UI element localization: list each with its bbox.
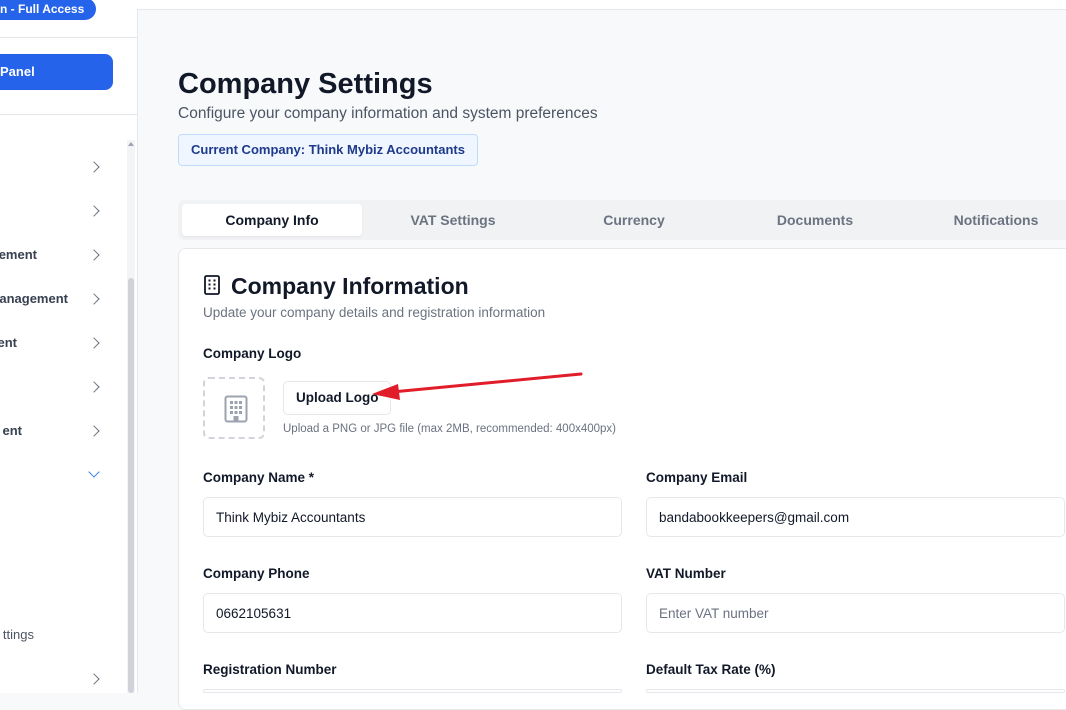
company-logo-label: Company Logo bbox=[203, 346, 302, 361]
current-company-badge: Current Company: Think Mybiz Accountants bbox=[178, 134, 478, 166]
chevron-right-icon bbox=[88, 161, 100, 173]
upload-logo-button[interactable]: Upload Logo bbox=[283, 381, 392, 415]
registration-number-input[interactable] bbox=[203, 689, 622, 693]
sidebar-item-label: anagement bbox=[0, 291, 68, 306]
card-subtitle: Update your company details and registra… bbox=[203, 305, 546, 320]
company-email-label: Company Email bbox=[646, 470, 748, 485]
building-icon bbox=[204, 275, 220, 295]
logo-placeholder[interactable] bbox=[203, 377, 265, 439]
sidebar-item-label: ement bbox=[0, 247, 37, 262]
company-email-input[interactable] bbox=[646, 497, 1065, 537]
company-phone-label: Company Phone bbox=[203, 566, 310, 581]
default-tax-rate-input[interactable] bbox=[646, 689, 1065, 693]
page-title: Company Settings bbox=[178, 68, 433, 100]
registration-number-label: Registration Number bbox=[203, 662, 337, 677]
chevron-down-icon bbox=[88, 466, 100, 478]
tab-currency[interactable]: Currency bbox=[544, 204, 724, 236]
sidebar-item-4[interactable]: anagement bbox=[0, 288, 110, 310]
role-badge: n - Full Access bbox=[0, 0, 97, 20]
page-subtitle: Configure your company information and s… bbox=[178, 105, 598, 122]
card-title: Company Information bbox=[231, 273, 469, 299]
sidebar-item-3[interactable]: ement bbox=[0, 244, 110, 266]
sidebar-item-label: ent bbox=[2, 423, 23, 438]
sidebar-scrollbar-thumb[interactable] bbox=[128, 278, 134, 693]
sidebar-item-1[interactable] bbox=[0, 156, 110, 178]
sidebar: n - Full Access Panel ement anagement en… bbox=[0, 0, 138, 693]
tab-documents[interactable]: Documents bbox=[725, 204, 905, 236]
scroll-up-arrow-icon[interactable] bbox=[128, 142, 134, 146]
company-name-input[interactable] bbox=[203, 497, 622, 537]
sidebar-item-label: ent bbox=[0, 335, 17, 350]
sidebar-subitem-settings[interactable]: ttings bbox=[0, 624, 110, 646]
chevron-right-icon bbox=[88, 425, 100, 437]
sidebar-item-2[interactable] bbox=[0, 200, 110, 222]
chevron-right-icon bbox=[88, 249, 100, 261]
tab-notifications[interactable]: Notifications bbox=[906, 204, 1066, 236]
company-phone-input[interactable] bbox=[203, 593, 622, 633]
chevron-right-icon bbox=[88, 673, 100, 685]
building-icon bbox=[224, 395, 248, 423]
company-name-label: Company Name * bbox=[203, 470, 315, 485]
admin-panel-button[interactable]: Panel bbox=[0, 54, 113, 90]
sidebar-item-7[interactable]: ent bbox=[0, 420, 110, 442]
chevron-right-icon bbox=[88, 293, 100, 305]
sidebar-divider bbox=[0, 37, 137, 38]
upload-hint: Upload a PNG or JPG file (max 2MB, recom… bbox=[283, 423, 617, 435]
sidebar-item-5[interactable]: ent bbox=[0, 332, 110, 354]
sidebar-divider bbox=[0, 114, 137, 115]
settings-tabs: Company Info VAT Settings Currency Docum… bbox=[178, 200, 1066, 240]
sidebar-item-6[interactable] bbox=[0, 376, 110, 398]
sidebar-item-label: ttings bbox=[2, 627, 34, 642]
chevron-right-icon bbox=[88, 337, 100, 349]
tab-vat-settings[interactable]: VAT Settings bbox=[363, 204, 543, 236]
sidebar-item-8[interactable] bbox=[0, 464, 110, 486]
default-tax-rate-label: Default Tax Rate (%) bbox=[646, 662, 776, 677]
tab-company-info[interactable]: Company Info bbox=[182, 204, 362, 236]
vat-number-label: VAT Number bbox=[646, 566, 726, 581]
top-bar bbox=[137, 0, 1066, 10]
vat-number-input[interactable] bbox=[646, 593, 1065, 633]
sidebar-item-10[interactable] bbox=[0, 668, 110, 690]
chevron-right-icon bbox=[88, 205, 100, 217]
chevron-right-icon bbox=[88, 381, 100, 393]
